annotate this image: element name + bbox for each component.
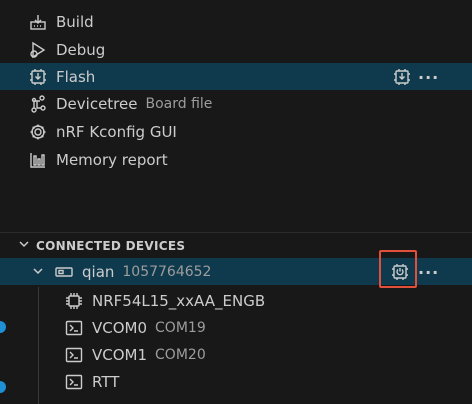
action-label: Flash [56, 67, 96, 86]
child-description: COM20 [155, 346, 206, 363]
child-label: RTT [92, 372, 120, 391]
action-build[interactable]: Build [0, 8, 472, 35]
action-flash[interactable]: Flash ··· [0, 63, 472, 90]
memory-report-icon [28, 150, 48, 170]
device-child-vcom0[interactable]: VCOM0 COM19 [0, 314, 472, 341]
chevron-down-icon [32, 263, 44, 281]
device-serial: 1057764652 [122, 263, 212, 280]
chip-icon [64, 291, 84, 311]
action-label: nRF Kconfig GUI [56, 122, 177, 141]
action-devicetree[interactable]: Devicetree Board file [0, 90, 472, 117]
action-debug[interactable]: Debug [0, 36, 472, 63]
terminal-icon [64, 318, 84, 338]
child-label: VCOM0 [92, 318, 148, 337]
action-label: Debug [56, 40, 106, 59]
child-label: VCOM1 [92, 345, 148, 364]
debug-icon [28, 40, 48, 60]
nrf-connect-panel: Build Debug Flash ··· Devicetree Board f… [0, 0, 472, 404]
device-child-chip[interactable]: NRF54L15_xxAA_ENGB [0, 287, 472, 314]
flash-inline-icon[interactable] [392, 67, 412, 87]
highlight-annotation [379, 250, 417, 288]
gear-icon [28, 122, 48, 142]
more-actions-icon[interactable]: ··· [418, 68, 439, 87]
device-child-vcom1[interactable]: VCOM1 COM20 [0, 341, 472, 368]
action-label: Build [56, 12, 94, 31]
more-actions-icon[interactable]: ··· [418, 263, 439, 282]
child-label: NRF54L15_xxAA_ENGB [92, 291, 266, 310]
device-name: qian [82, 262, 115, 281]
flash-icon [28, 67, 48, 87]
action-memory-report[interactable]: Memory report [0, 146, 472, 173]
section-title: CONNECTED DEVICES [36, 238, 186, 253]
devicetree-icon [28, 94, 48, 114]
device-child-rtt[interactable]: RTT [0, 368, 472, 395]
child-description: COM19 [155, 319, 206, 336]
action-label: Memory report [56, 150, 168, 169]
action-description: Board file [145, 95, 213, 112]
action-kconfig[interactable]: nRF Kconfig GUI [0, 118, 472, 145]
terminal-icon [64, 345, 84, 365]
device-board-icon [54, 262, 74, 282]
build-icon [28, 12, 48, 32]
action-label: Devicetree [56, 94, 138, 113]
chevron-down-icon [18, 238, 30, 253]
terminal-icon [64, 372, 84, 392]
